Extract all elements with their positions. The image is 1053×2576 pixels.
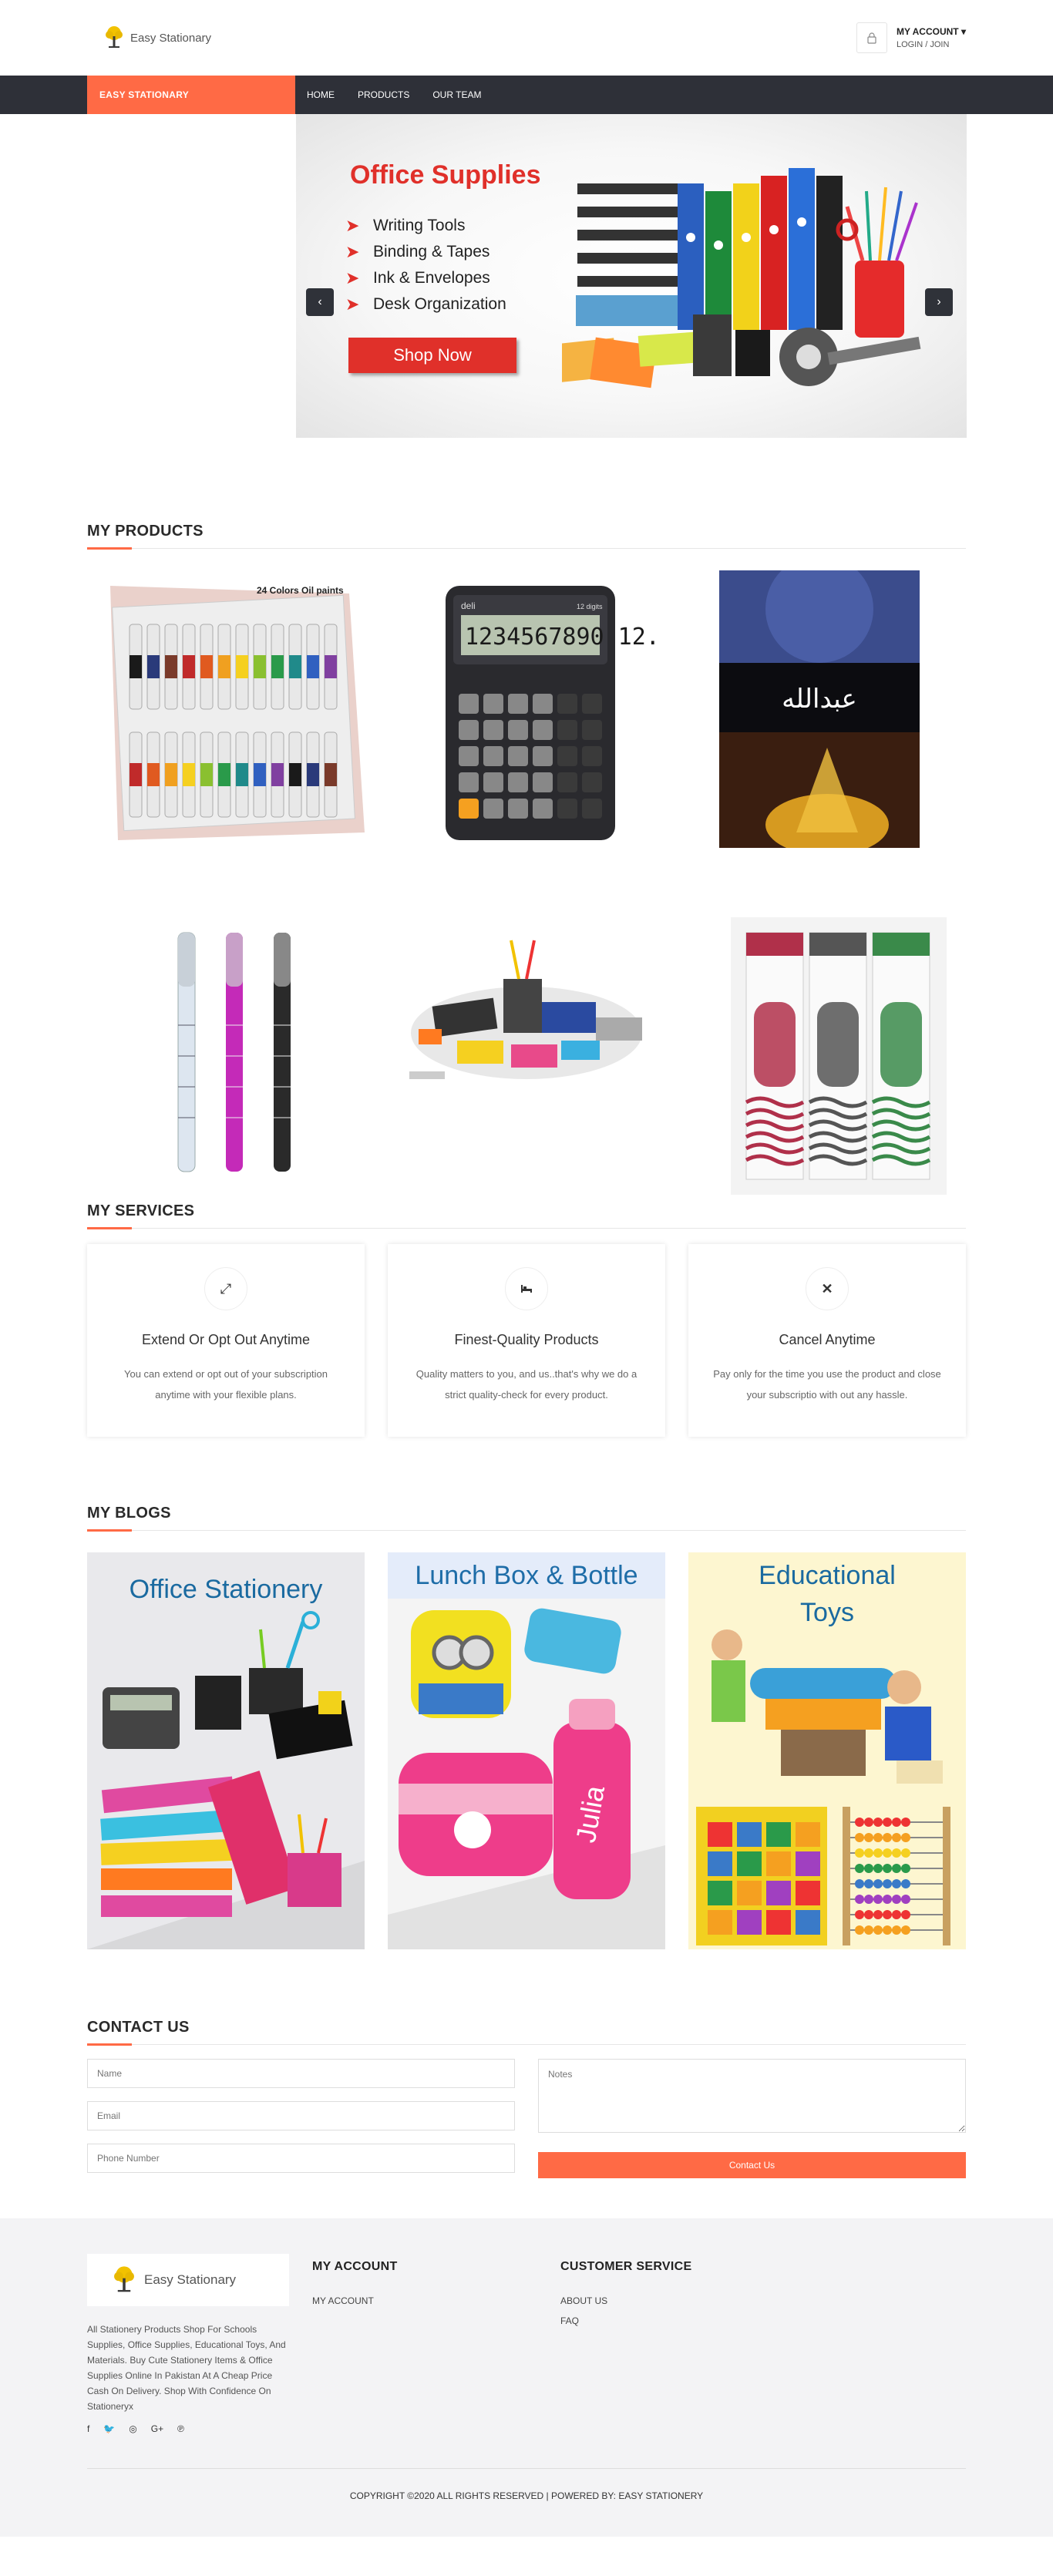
hero-list-item: ➤ Desk Organization	[345, 294, 506, 314]
bed-icon	[505, 1267, 548, 1310]
chevron-right-icon: ›	[937, 295, 941, 308]
main-nav: EASY STATIONARY HOME PRODUCTS OUR TEAM	[0, 76, 1053, 114]
close-icon: ✕	[806, 1267, 849, 1310]
service-card: ✕ Cancel Anytime Pay only for the time y…	[688, 1244, 966, 1437]
product-card-calculator[interactable]: deli 12 digits 1234567890 12.	[380, 570, 673, 848]
site-header: Easy Stationary MY ACCOUNT ▾ LOGIN / JOI…	[0, 0, 1053, 76]
calculator-image: deli 12 digits 1234567890 12.	[446, 586, 660, 840]
office-stationery-image	[87, 1611, 365, 1949]
products-title: MY PRODUCTS	[87, 523, 966, 550]
tree-logo-icon	[106, 26, 123, 48]
chevron-left-icon: ‹	[318, 295, 322, 308]
arrow-right-icon: ➤	[345, 216, 360, 235]
footer-service-title: CUSTOMER SERVICE	[560, 2260, 692, 2273]
pencil-boxes-image	[731, 917, 947, 1195]
service-title: Finest-Quality Products	[454, 1332, 599, 1347]
footer-about: All Stationery Products Shop For Schools…	[87, 2324, 286, 2412]
footer-logo-text: Easy Stationary	[144, 2272, 237, 2287]
blog-card-educational-toys[interactable]: Educational Toys	[688, 1552, 966, 1949]
service-card: ⤢ Extend Or Opt Out Anytime You can exte…	[87, 1244, 365, 1437]
hero-title: Office Supplies	[350, 160, 541, 190]
product-card-book[interactable]: عبدالله	[673, 570, 966, 848]
expand-icon: ⤢	[204, 1267, 247, 1310]
contact-us-button[interactable]: Contact Us	[538, 2152, 966, 2178]
blog-card-office-stationery[interactable]: Office Stationery	[87, 1552, 365, 1949]
oil-paints-image: 24 Colors Oil paints	[110, 585, 365, 840]
product-card-pencils[interactable]	[673, 917, 966, 1195]
contact-title: CONTACT US	[87, 2019, 966, 2046]
blogs-section: MY BLOGS Office Stationery Lunch Box & B…	[87, 1505, 966, 1949]
product-card-assorted[interactable]	[380, 917, 673, 1195]
service-title: Extend Or Opt Out Anytime	[141, 1332, 311, 1347]
service-desc: Pay only for the time you use the produc…	[713, 1368, 941, 1401]
hero-list-item: ➤ Writing Tools	[345, 216, 466, 235]
social-links: f 🐦 ◎ G+ ℗	[87, 2423, 289, 2434]
service-desc: Quality matters to you, and us..that's w…	[415, 1368, 638, 1401]
blog-title: Lunch Box & Bottle	[415, 1561, 638, 1590]
blog-title: Educational Toys	[759, 1561, 896, 1627]
footer-account-title: MY ACCOUNT	[312, 2260, 398, 2273]
site-logo[interactable]: Easy Stationary	[103, 25, 211, 51]
hero-list-item: ➤ Ink & Envelopes	[345, 268, 490, 288]
hero-list-item: ➤ Binding & Tapes	[345, 242, 490, 261]
product-card-pens[interactable]	[87, 917, 380, 1195]
twitter-icon[interactable]: 🐦	[103, 2423, 115, 2434]
hero-list: ➤ Writing Tools ➤ Binding & Tapes ➤ Ink & E…	[345, 213, 506, 318]
services-title: MY SERVICES	[87, 1202, 966, 1229]
logo-text: Easy Stationary	[130, 31, 212, 45]
hero-slider: Office Supplies ➤ Writing Tools ➤ Binding …	[0, 114, 1053, 438]
blog-title: Office Stationery	[129, 1575, 323, 1604]
phone-input[interactable]	[87, 2144, 515, 2173]
site-footer: Easy Stationary All Stationery Products …	[0, 2218, 1053, 2537]
svg-text:عبدالله: عبدالله	[782, 684, 857, 715]
blogs-title: MY BLOGS	[87, 1505, 966, 1532]
nav-our-team[interactable]: OUR TEAM	[421, 89, 493, 100]
notes-textarea[interactable]	[538, 2059, 966, 2133]
footer-link-my-account[interactable]: MY ACCOUNT	[312, 2295, 537, 2306]
contact-section: CONTACT US Contact Us	[87, 2019, 966, 2186]
arrow-right-icon: ➤	[345, 242, 360, 261]
account-title[interactable]: MY ACCOUNT ▾	[897, 26, 966, 37]
slider-next-button[interactable]: ›	[925, 288, 953, 316]
arrow-right-icon: ➤	[345, 294, 360, 314]
svg-text:24 Colors Oil paints: 24 Colors Oil paints	[257, 585, 344, 596]
service-card: Finest-Quality Products Quality matters …	[388, 1244, 665, 1437]
svg-text:deli: deli	[461, 600, 476, 611]
services-section: MY SERVICES ⤢ Extend Or Opt Out Anytime …	[87, 1202, 966, 1437]
pinterest-icon[interactable]: ℗	[177, 2423, 184, 2434]
nav-products[interactable]: PRODUCTS	[346, 89, 421, 100]
name-input[interactable]	[87, 2059, 515, 2088]
copyright: COPYRIGHT ©2020 ALL RIGHTS RESERVED | PO…	[87, 2468, 966, 2501]
lunch-box-image: Julia	[388, 1608, 665, 1949]
book-cover-image: عبدالله	[719, 570, 920, 848]
facebook-icon[interactable]: f	[87, 2423, 89, 2434]
email-input[interactable]	[87, 2101, 515, 2130]
office-supplies-image	[562, 168, 921, 388]
nav-home[interactable]: HOME	[295, 89, 346, 100]
products-section: MY PRODUCTS 24 Colors Oil paints deli 12…	[87, 523, 966, 1195]
account-menu[interactable]: MY ACCOUNT ▾ LOGIN / JOIN	[856, 22, 966, 53]
tree-logo-icon	[114, 2266, 134, 2292]
lock-icon[interactable]	[856, 22, 887, 53]
shop-now-button[interactable]: Shop Now	[348, 338, 516, 373]
instagram-icon[interactable]: ◎	[129, 2423, 136, 2434]
nav-brand[interactable]: EASY STATIONARY	[87, 76, 295, 114]
footer-logo[interactable]: Easy Stationary	[87, 2254, 289, 2306]
assorted-stationery-image	[409, 940, 642, 1079]
svg-text:1234567890 12.: 1234567890 12.	[465, 624, 660, 651]
slider-prev-button[interactable]: ‹	[306, 288, 334, 316]
footer-link-about-us[interactable]: ABOUT US	[560, 2295, 786, 2306]
google-plus-icon[interactable]: G+	[151, 2423, 163, 2434]
service-title: Cancel Anytime	[779, 1332, 876, 1347]
blog-card-lunch-box[interactable]: Lunch Box & Bottle Julia	[388, 1552, 665, 1949]
hero-slide: Office Supplies ➤ Writing Tools ➤ Binding …	[296, 114, 967, 438]
service-desc: You can extend or opt out of your subscr…	[123, 1368, 328, 1401]
pens-image	[177, 932, 291, 1172]
product-card-oil-paints[interactable]: 24 Colors Oil paints	[87, 570, 380, 848]
svg-text:12 digits: 12 digits	[577, 603, 603, 610]
login-join-link[interactable]: LOGIN / JOIN	[897, 40, 966, 49]
arrow-right-icon: ➤	[345, 268, 360, 288]
caret-down-icon: ▾	[960, 26, 966, 37]
footer-link-faq[interactable]: FAQ	[560, 2315, 786, 2326]
